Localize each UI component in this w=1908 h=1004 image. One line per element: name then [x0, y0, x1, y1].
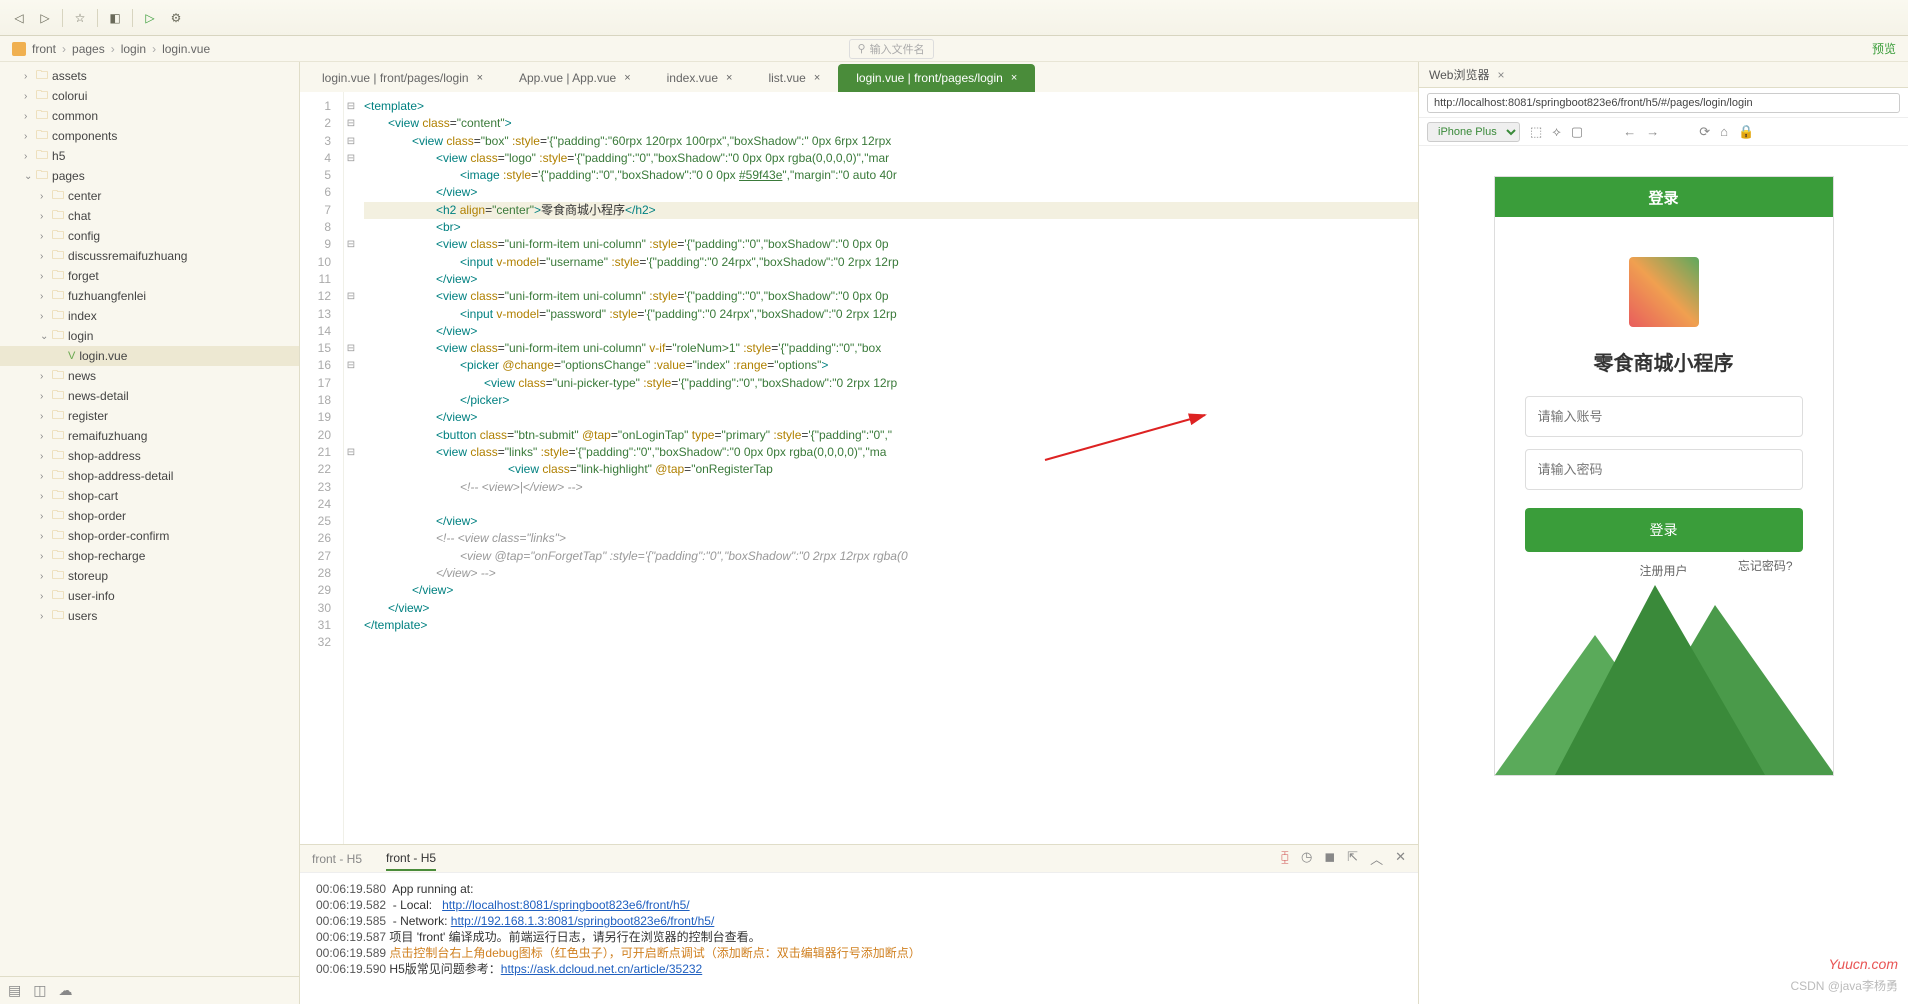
editor-tab[interactable]: index.vue×: [649, 64, 751, 92]
editor-area: login.vue | front/pages/login×App.vue | …: [300, 62, 1418, 1004]
inspect-icon[interactable]: ⬚: [1530, 124, 1542, 140]
web-preview-panel: Web浏览器 × iPhone Plus ⬚ ⟡ ▢ ← → ⟳ ⌂ 🔒: [1418, 62, 1908, 1004]
phone-header: 登录: [1495, 177, 1833, 217]
tree-item-login-vue[interactable]: Vlogin.vue: [0, 346, 299, 366]
cloud-icon[interactable]: ☁: [58, 982, 72, 999]
tree-item-register[interactable]: ›🗀register: [0, 406, 299, 426]
export-icon[interactable]: ⇱: [1347, 849, 1358, 868]
terminal-tabs: front - H5 front - H5 ⧮ ◷ ◼ ⇱ ︿ ✕: [300, 845, 1418, 873]
username-input[interactable]: [1525, 396, 1803, 437]
tools-icon[interactable]: ⟡: [1552, 124, 1561, 140]
tree-item-shop-order-confirm[interactable]: ›🗀shop-order-confirm: [0, 526, 299, 546]
editor-tab[interactable]: list.vue×: [750, 64, 838, 92]
password-input[interactable]: [1525, 449, 1803, 490]
mountains-decoration: [1495, 575, 1834, 775]
tree-item-index[interactable]: ›🗀index: [0, 306, 299, 326]
forget-link[interactable]: 忘记密码?: [1738, 557, 1793, 574]
device-select[interactable]: iPhone Plus: [1427, 122, 1520, 142]
top-toolbar: ◁ ▷ ☆ ◧ ▷ ⚙: [0, 0, 1908, 36]
code-editor[interactable]: 1234567891011121314151617181920212223242…: [300, 92, 1418, 844]
search-file[interactable]: ⚲ 输入文件名: [849, 39, 934, 59]
annotation-arrow: [1040, 410, 1220, 470]
tree-item-shop-address-detail[interactable]: ›🗀shop-address-detail: [0, 466, 299, 486]
lock-icon[interactable]: 🔒: [1738, 124, 1754, 140]
stop-icon[interactable]: ◼: [1324, 849, 1335, 868]
refresh-icon[interactable]: ⟳: [1699, 124, 1710, 140]
terminal: front - H5 front - H5 ⧮ ◷ ◼ ⇱ ︿ ✕ 00:06:…: [300, 844, 1418, 1004]
breadcrumb: front › pages › login › login.vue ⚲ 输入文件…: [0, 36, 1908, 62]
bug-icon[interactable]: ⧮: [1281, 849, 1289, 868]
tree-item-users[interactable]: ›🗀users: [0, 606, 299, 626]
editor-tab[interactable]: App.vue | App.vue×: [501, 64, 649, 92]
tree-item-discussremaifuzhuang[interactable]: ›🗀discussremaifuzhuang: [0, 246, 299, 266]
close-icon[interactable]: ×: [1497, 68, 1504, 82]
sidebar-bottom: ▤ ◫ ☁: [0, 976, 299, 1004]
crumb-p2[interactable]: login: [121, 42, 146, 56]
tree-item-colorui[interactable]: ›🗀colorui: [0, 86, 299, 106]
app-logo: [1629, 257, 1699, 327]
preview-button[interactable]: 预览: [1872, 40, 1896, 57]
home-icon[interactable]: ⌂: [1720, 124, 1728, 139]
tree-item-storeup[interactable]: ›🗀storeup: [0, 566, 299, 586]
nav-back-icon[interactable]: ←: [1623, 124, 1636, 139]
tree-item-news-detail[interactable]: ›🗀news-detail: [0, 386, 299, 406]
url-input[interactable]: [1427, 93, 1900, 113]
outline-icon[interactable]: ◫: [33, 982, 46, 999]
editor-tabs: login.vue | front/pages/login×App.vue | …: [300, 62, 1418, 92]
term-tab-1[interactable]: front - H5: [312, 848, 362, 870]
tree-item-center[interactable]: ›🗀center: [0, 186, 299, 206]
editor-tab[interactable]: login.vue | front/pages/login×: [304, 64, 501, 92]
tree-item-common[interactable]: ›🗀common: [0, 106, 299, 126]
term-tab-2[interactable]: front - H5: [386, 847, 436, 871]
tree-item-news[interactable]: ›🗀news: [0, 366, 299, 386]
crumb-p1[interactable]: pages: [72, 42, 105, 56]
tree-item-fuzhuangfenlei[interactable]: ›🗀fuzhuangfenlei: [0, 286, 299, 306]
app-title: 零食商城小程序: [1525, 347, 1803, 376]
tree-item-pages[interactable]: ⌄🗀pages: [0, 166, 299, 186]
browser-tab: Web浏览器 ×: [1419, 62, 1908, 88]
project-icon: [12, 42, 26, 56]
watermark2: CSDN @java李杨勇: [1790, 977, 1898, 994]
collapse-icon[interactable]: ︿: [1370, 849, 1383, 868]
tree-item-remaifuzhuang[interactable]: ›🗀remaifuzhuang: [0, 426, 299, 446]
tree-item-assets[interactable]: ›🗀assets: [0, 66, 299, 86]
tree-item-chat[interactable]: ›🗀chat: [0, 206, 299, 226]
close-icon[interactable]: ✕: [1395, 849, 1406, 868]
file-explorer: ›🗀assets›🗀colorui›🗀common›🗀components›🗀h…: [0, 62, 300, 1004]
browser-toolbar: iPhone Plus ⬚ ⟡ ▢ ← → ⟳ ⌂ 🔒: [1419, 118, 1908, 146]
clock-icon[interactable]: ◷: [1301, 849, 1312, 868]
login-button[interactable]: 登录: [1525, 508, 1803, 552]
nav-fwd-icon[interactable]: →: [1646, 124, 1659, 139]
book-icon[interactable]: ▤: [8, 982, 21, 999]
terminal-output[interactable]: 00:06:19.580 App running at:00:06:19.582…: [300, 873, 1418, 1004]
star-icon[interactable]: ☆: [71, 9, 89, 27]
tree-item-config[interactable]: ›🗀config: [0, 226, 299, 246]
tree-item-login[interactable]: ⌄🗀login: [0, 326, 299, 346]
forward-icon[interactable]: ▷: [36, 9, 54, 27]
back-icon[interactable]: ◁: [10, 9, 28, 27]
tree-item-forget[interactable]: ›🗀forget: [0, 266, 299, 286]
tree-item-shop-recharge[interactable]: ›🗀shop-recharge: [0, 546, 299, 566]
tree-item-components[interactable]: ›🗀components: [0, 126, 299, 146]
cut-icon[interactable]: ◧: [106, 9, 124, 27]
dock-icon[interactable]: ▢: [1571, 124, 1583, 140]
tree-item-shop-address[interactable]: ›🗀shop-address: [0, 446, 299, 466]
phone-preview: 登录 零食商城小程序 登录 注册用户 忘记密码?: [1494, 176, 1834, 776]
tree-item-user-info[interactable]: ›🗀user-info: [0, 586, 299, 606]
watermark: Yuucn.com: [1828, 956, 1898, 972]
crumb-p3[interactable]: login.vue: [162, 42, 210, 56]
crumb-proj[interactable]: front: [32, 42, 56, 56]
settings-icon[interactable]: ⚙: [167, 9, 185, 27]
tree-item-shop-order[interactable]: ›🗀shop-order: [0, 506, 299, 526]
editor-tab[interactable]: login.vue | front/pages/login×: [838, 64, 1035, 92]
tree-item-h5[interactable]: ›🗀h5: [0, 146, 299, 166]
tree-item-shop-cart[interactable]: ›🗀shop-cart: [0, 486, 299, 506]
search-icon: ⚲: [858, 42, 866, 55]
run-icon[interactable]: ▷: [141, 9, 159, 27]
